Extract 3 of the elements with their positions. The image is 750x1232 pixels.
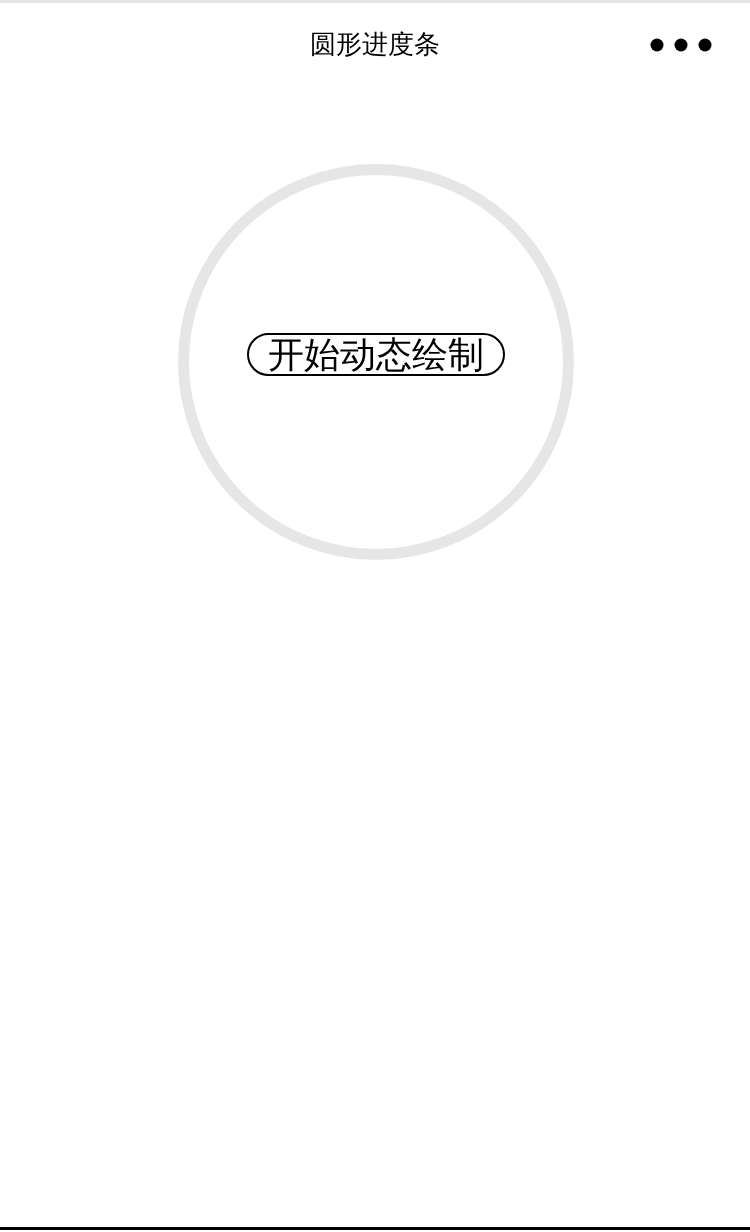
more-menu-icon[interactable]	[650, 37, 712, 52]
page-title: 圆形进度条	[310, 28, 440, 59]
start-drawing-button[interactable]: 开始动态绘制	[247, 332, 505, 376]
